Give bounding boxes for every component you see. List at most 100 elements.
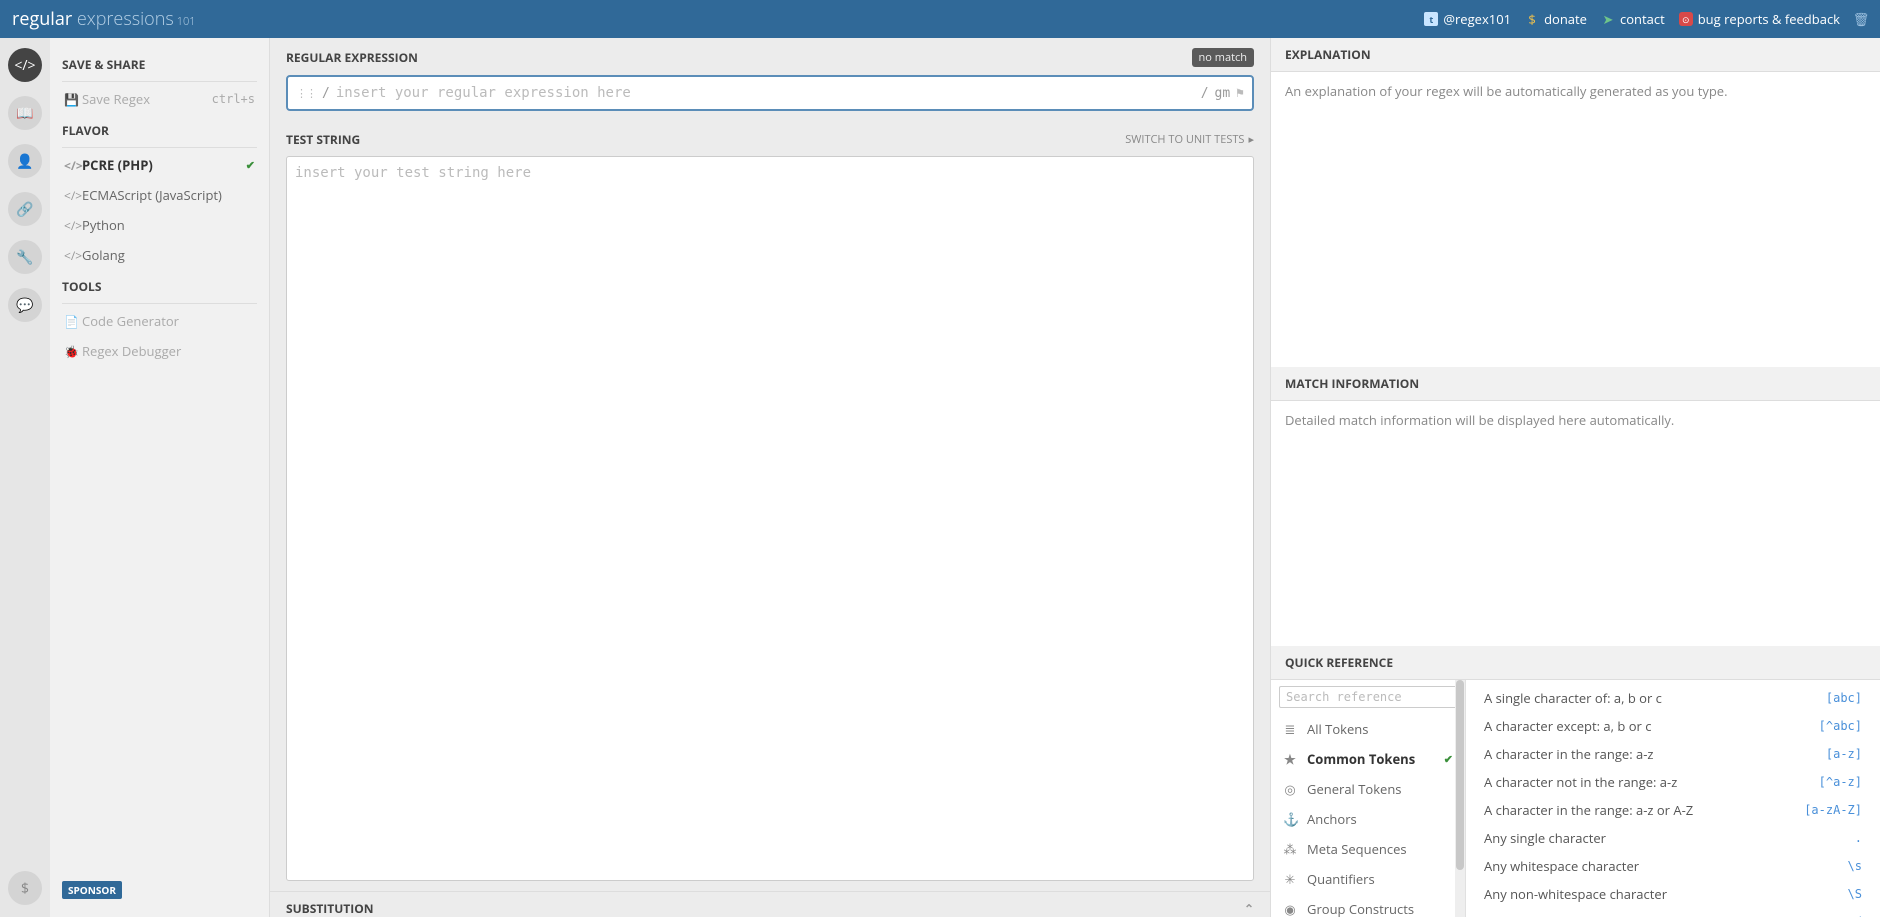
code-icon: </>: [64, 187, 82, 204]
switch-unit-label: SWITCH TO UNIT TESTS: [1125, 132, 1244, 147]
save-regex-item[interactable]: 💾 Save Regex ctrl+s: [54, 84, 265, 114]
tool-label: Code Generator: [82, 312, 179, 330]
bugs-link[interactable]: ⊙bug reports & feedback: [1679, 10, 1840, 28]
quick-category-list: ≣All Tokens★Common Tokens✔◎General Token…: [1271, 714, 1465, 917]
flavor-item-2[interactable]: </>Python: [54, 210, 265, 240]
tool-item-1[interactable]: 🐞Regex Debugger: [54, 336, 265, 366]
flavor-label: ECMAScript (JavaScript): [82, 186, 222, 204]
chevron-up-icon[interactable]: ⌃: [1244, 900, 1254, 917]
save-regex-label: Save Regex: [82, 90, 150, 108]
quick-category-2[interactable]: ◎General Tokens: [1271, 774, 1465, 804]
token-desc: A single character of: a, b or c: [1484, 689, 1662, 707]
icon-rail: </> 📖 👤 🔗 🔧 💬 $: [0, 38, 50, 917]
quick-token-3[interactable]: A character not in the range: a-z[^a-z]: [1466, 768, 1880, 796]
flavor-heading: FLAVOR: [54, 114, 265, 145]
sponsor-badge[interactable]: SPONSOR: [62, 881, 122, 899]
bugs-label: bug reports & feedback: [1698, 10, 1840, 28]
header-links: t@regex101 $donate ➤ contact ⊙bug reports…: [1424, 10, 1868, 28]
flavor-item-0[interactable]: </>PCRE (PHP) ✔: [54, 150, 265, 180]
contact-label: contact: [1620, 10, 1665, 28]
token-code: [a-zA-Z]: [1804, 803, 1862, 817]
tool-icon: 📄: [64, 313, 82, 330]
quick-token-1[interactable]: A character except: a, b or c[^abc]: [1466, 712, 1880, 740]
quick-token-4[interactable]: A character in the range: a-z or A-Z [a-z…: [1466, 796, 1880, 824]
flavor-list: </>PCRE (PHP) ✔ </>ECMAScript (JavaScript)…: [54, 150, 265, 270]
rail-sponsor-icon[interactable]: $: [8, 871, 42, 905]
category-label: General Tokens: [1307, 780, 1402, 798]
quick-category-1[interactable]: ★Common Tokens✔: [1271, 744, 1465, 774]
quick-search-input[interactable]: [1279, 686, 1457, 708]
category-label: Group Constructs: [1307, 900, 1414, 917]
flavor-label: Golang: [82, 246, 125, 264]
tools-list: 📄Code Generator🐞Regex Debugger: [54, 306, 265, 366]
flavor-label: Python: [82, 216, 125, 234]
logo[interactable]: regular expressions101: [12, 7, 196, 31]
flavor-item-1[interactable]: </>ECMAScript (JavaScript): [54, 180, 265, 210]
contact-link[interactable]: ➤ contact: [1601, 10, 1665, 28]
logo-sub: 101: [177, 14, 196, 29]
quick-scrollbar[interactable]: [1455, 680, 1465, 917]
regex-flags: gm: [1215, 86, 1231, 101]
check-icon: ✔: [1444, 752, 1453, 767]
category-icon: ✳: [1283, 870, 1297, 888]
donate-label: donate: [1544, 10, 1587, 28]
token-code: [^abc]: [1819, 719, 1862, 733]
drag-dots-icon: ⋮⋮: [296, 87, 316, 100]
quick-token-list: A single character of: a, b or c[abc]A c…: [1466, 680, 1880, 917]
rail-library-icon[interactable]: 📖: [8, 96, 42, 130]
rail-editor-icon[interactable]: </>: [8, 48, 42, 82]
tool-item-0[interactable]: 📄Code Generator: [54, 306, 265, 336]
switch-unit-tests[interactable]: SWITCH TO UNIT TESTS ▸: [1125, 132, 1254, 147]
token-desc: A character not in the range: a-z: [1484, 773, 1677, 791]
category-icon: ≣: [1283, 720, 1297, 738]
substitution-row[interactable]: SUBSTITUTION ⌃: [270, 891, 1270, 917]
quick-token-6[interactable]: Any whitespace character\s: [1466, 852, 1880, 880]
right-panel: EXPLANATION An explanation of your regex…: [1270, 38, 1880, 917]
check-icon: ✔: [246, 158, 255, 173]
regex-suffix[interactable]: / gm ⚑: [1201, 86, 1244, 101]
logo-text-regular: regular: [12, 7, 72, 31]
quick-token-2[interactable]: A character in the range: a-z[a-z]: [1466, 740, 1880, 768]
token-desc: Any single character: [1484, 829, 1606, 847]
rail-chat-icon[interactable]: 💬: [8, 288, 42, 322]
tool-label: Regex Debugger: [82, 342, 181, 360]
quick-category-5[interactable]: ✳Quantifiers: [1271, 864, 1465, 894]
token-desc: A character in the range: a-z: [1484, 745, 1653, 763]
quick-category-3[interactable]: ⚓Anchors: [1271, 804, 1465, 834]
quick-token-8[interactable]: Any digit\d: [1466, 908, 1880, 917]
trash-icon[interactable]: 🗑: [1854, 12, 1868, 26]
save-share-heading: SAVE & SHARE: [54, 48, 265, 79]
quick-category-4[interactable]: ⁂Meta Sequences: [1271, 834, 1465, 864]
token-desc: Any non-whitespace character: [1484, 885, 1667, 903]
quick-token-7[interactable]: Any non-whitespace character \S: [1466, 880, 1880, 908]
twitter-link[interactable]: t@regex101: [1424, 10, 1511, 28]
twitter-label: @regex101: [1443, 10, 1511, 28]
quick-categories-panel: ≣All Tokens★Common Tokens✔◎General Token…: [1271, 680, 1466, 917]
token-desc: A character in the range: a-z or A-Z: [1484, 801, 1693, 819]
token-code: \S: [1848, 887, 1862, 901]
flavor-label: PCRE (PHP): [82, 156, 153, 174]
rail-settings-icon[interactable]: 🔧: [8, 240, 42, 274]
regex-input[interactable]: [330, 85, 1201, 101]
test-string-input[interactable]: [286, 156, 1254, 881]
test-heading: TEST STRING: [286, 131, 360, 148]
quick-token-0[interactable]: A single character of: a, b or c[abc]: [1466, 684, 1880, 712]
quick-category-6[interactable]: ◉Group Constructs: [1271, 894, 1465, 917]
regex-header: REGULAR EXPRESSION no match: [270, 38, 1270, 73]
code-icon: </>: [64, 157, 82, 174]
rail-account-icon[interactable]: 👤: [8, 144, 42, 178]
token-code: \s: [1848, 859, 1862, 873]
explanation-body: An explanation of your regex will be aut…: [1271, 72, 1880, 367]
quick-token-5[interactable]: Any single character.: [1466, 824, 1880, 852]
quick-reference: QUICK REFERENCE ≣All Tokens★Common Token…: [1271, 646, 1880, 917]
quick-scrollbar-thumb[interactable]: [1456, 680, 1464, 870]
quick-category-0[interactable]: ≣All Tokens: [1271, 714, 1465, 744]
chevron-right-icon: ▸: [1248, 132, 1254, 147]
plane-icon: ➤: [1601, 12, 1615, 26]
flavor-item-3[interactable]: </>Golang: [54, 240, 265, 270]
token-desc: Any digit: [1484, 913, 1536, 917]
tools-heading: TOOLS: [54, 270, 265, 301]
rail-link-icon[interactable]: 🔗: [8, 192, 42, 226]
donate-link[interactable]: $donate: [1525, 10, 1587, 28]
regex-prefix[interactable]: ⋮⋮/: [296, 86, 330, 101]
